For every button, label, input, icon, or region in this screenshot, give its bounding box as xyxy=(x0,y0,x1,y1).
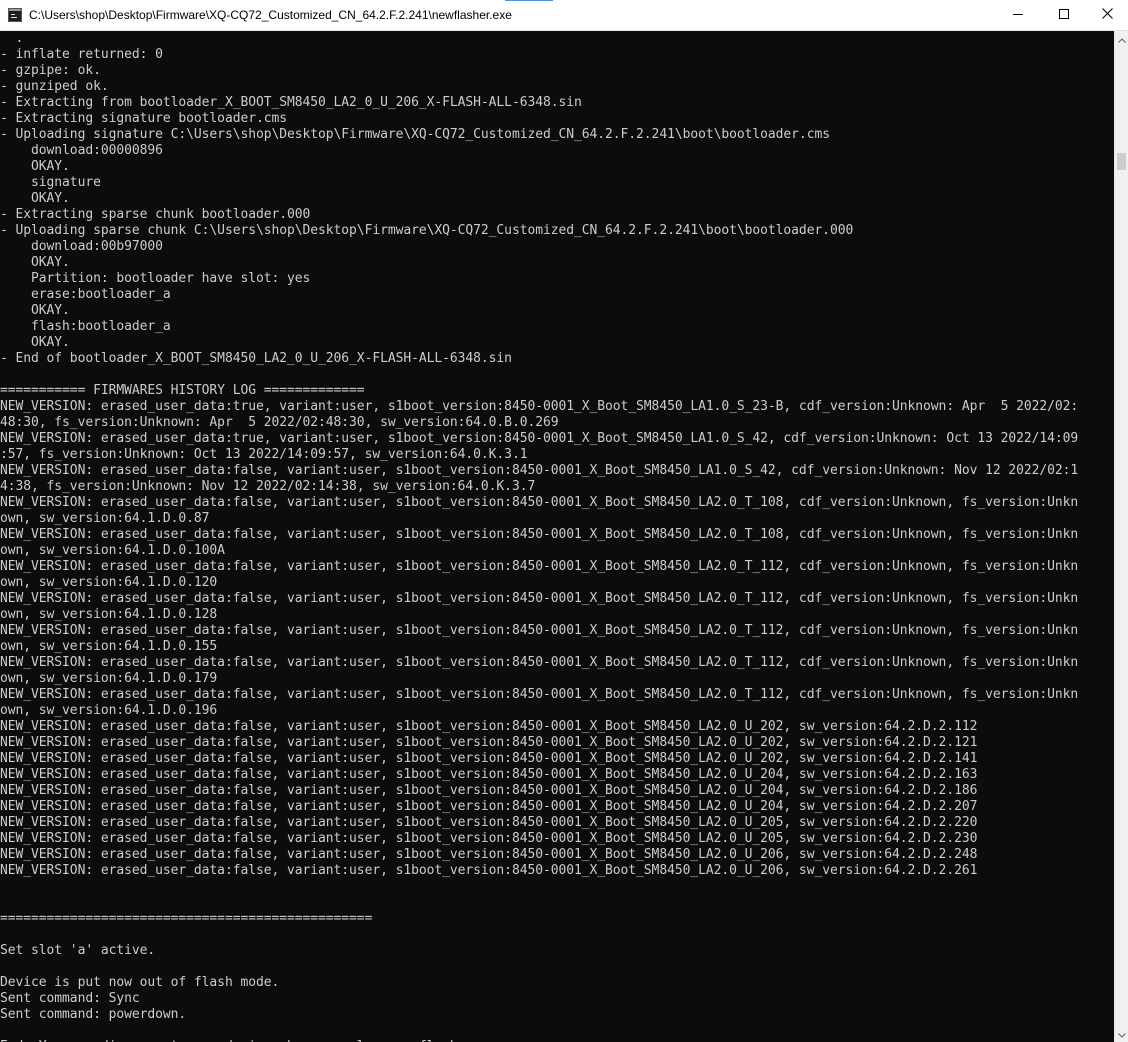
console-line: NEW_VERSION: erased_user_data:false, var… xyxy=(0,767,978,782)
console-line: flash:bootloader_a xyxy=(0,319,171,334)
console-line: - inflate returned: 0 xyxy=(0,47,163,62)
console-line: - Extracting signature bootloader.cms xyxy=(0,111,287,126)
console-line: NEW_VERSION: erased_user_data:false, var… xyxy=(0,591,1079,606)
console-lines: .- inflate returned: 0- gzpipe: ok. - gun… xyxy=(0,31,1078,1042)
console-line: OKAY. xyxy=(0,303,70,318)
console-line: NEW_VERSION: erased_user_data:false, var… xyxy=(0,815,978,830)
console-line: Set slot 'a' active. xyxy=(0,943,156,958)
title-accent-line xyxy=(505,0,553,1)
console-line: OKAY. xyxy=(0,335,70,350)
console-line: OKAY. xyxy=(0,255,70,270)
close-icon xyxy=(1102,6,1113,24)
scroll-up-arrow-icon xyxy=(1117,30,1126,48)
console-line: Partition: bootloader have slot: yes xyxy=(0,271,311,286)
console-line: - gzpipe: ok. xyxy=(0,63,101,78)
console-line: Sent command: Sync xyxy=(0,991,140,1006)
console-app-icon[interactable] xyxy=(8,8,22,22)
console-line: 48:30, fs_version:Unknown: Apr 5 2022/02… xyxy=(0,415,559,430)
title-bar[interactable]: C:\Users\shop\Desktop\Firmware\XQ-CQ72_C… xyxy=(0,0,1128,31)
console-line: download:00b97000 xyxy=(0,239,163,254)
console-line: NEW_VERSION: erased_user_data:false, var… xyxy=(0,863,978,878)
minimize-icon xyxy=(1013,6,1023,24)
console-line: erase:bootloader_a xyxy=(0,287,171,302)
console-window: C:\Users\shop\Desktop\Firmware\XQ-CQ72_C… xyxy=(0,0,1128,1042)
console-line: own, sw_version:64.1.D.0.120 xyxy=(0,575,218,590)
console-line: NEW_VERSION: erased_user_data:false, var… xyxy=(0,735,978,750)
console-line: own, sw_version:64.1.D.0.87 xyxy=(0,511,210,526)
console-line: NEW_VERSION: erased_user_data:false, var… xyxy=(0,655,1079,670)
console-line: - Uploading signature C:\Users\shop\Desk… xyxy=(0,127,830,142)
vertical-scrollbar[interactable] xyxy=(1114,31,1128,1042)
console-line: - Extracting from bootloader_X_BOOT_SM84… xyxy=(0,95,582,110)
console-line: own, sw_version:64.1.D.0.100A xyxy=(0,543,225,558)
console-line: :57, fs_version:Unknown: Oct 13 2022/14:… xyxy=(0,447,528,462)
console-line: NEW_VERSION: erased_user_data:false, var… xyxy=(0,687,1079,702)
console-line: own, sw_version:64.1.D.0.179 xyxy=(0,671,218,686)
console-line: - Uploading sparse chunk C:\Users\shop\D… xyxy=(0,223,854,238)
console-line: NEW_VERSION: erased_user_data:true, vari… xyxy=(0,399,1079,414)
console-line: 4:38, fs_version:Unknown: Nov 12 2022/02… xyxy=(0,479,536,494)
scroll-down-button[interactable] xyxy=(1115,1026,1128,1042)
scroll-up-button[interactable] xyxy=(1115,31,1128,47)
console-line: own, sw_version:64.1.D.0.155 xyxy=(0,639,218,654)
console-line: =========== FIRMWARES HISTORY LOG ======… xyxy=(0,383,365,398)
console-line: - End of bootloader_X_BOOT_SM8450_LA2_0_… xyxy=(0,351,512,366)
close-button[interactable] xyxy=(1087,0,1128,30)
console-line: NEW_VERSION: erased_user_data:false, var… xyxy=(0,847,978,862)
minimize-button[interactable] xyxy=(995,0,1041,30)
console-line: download:00000896 xyxy=(0,143,163,158)
console-line: NEW_VERSION: erased_user_data:false, var… xyxy=(0,623,1079,638)
console-line: ========================================… xyxy=(0,911,373,926)
console-line: NEW_VERSION: erased_user_data:false, var… xyxy=(0,783,978,798)
console-line: - Extracting sparse chunk bootloader.000 xyxy=(0,207,311,222)
scrollbar-thumb[interactable] xyxy=(1117,153,1126,170)
console-line: own, sw_version:64.1.D.0.196 xyxy=(0,703,218,718)
console-line: NEW_VERSION: erased_user_data:false, var… xyxy=(0,495,1079,510)
console-line: NEW_VERSION: erased_user_data:true, vari… xyxy=(0,431,1079,446)
console-line: Device is put now out of flash mode. xyxy=(0,975,280,990)
console-line: - gunziped ok. xyxy=(0,79,109,94)
console-line: . xyxy=(0,31,24,46)
console-line: NEW_VERSION: erased_user_data:false, var… xyxy=(0,751,978,766)
maximize-button[interactable] xyxy=(1041,0,1087,30)
console-line: NEW_VERSION: erased_user_data:false, var… xyxy=(0,463,1079,478)
scroll-down-arrow-icon xyxy=(1117,1025,1126,1042)
console-line: Sent command: powerdown. xyxy=(0,1007,187,1022)
console-line: OKAY. xyxy=(0,159,70,174)
console-line: OKAY. xyxy=(0,191,70,206)
console-output[interactable]: .- inflate returned: 0- gzpipe: ok. - gun… xyxy=(0,31,1114,1042)
console-line: NEW_VERSION: erased_user_data:false, var… xyxy=(0,559,1079,574)
console-line: NEW_VERSION: erased_user_data:false, var… xyxy=(0,527,1079,542)
window-title: C:\Users\shop\Desktop\Firmware\XQ-CQ72_C… xyxy=(29,8,512,22)
console-line: NEW_VERSION: erased_user_data:false, var… xyxy=(0,719,978,734)
maximize-icon xyxy=(1059,6,1069,24)
console-line: NEW_VERSION: erased_user_data:false, var… xyxy=(0,799,978,814)
console-line: signature xyxy=(0,175,101,190)
console-line: own, sw_version:64.1.D.0.128 xyxy=(0,607,218,622)
console-line: NEW_VERSION: erased_user_data:false, var… xyxy=(0,831,978,846)
